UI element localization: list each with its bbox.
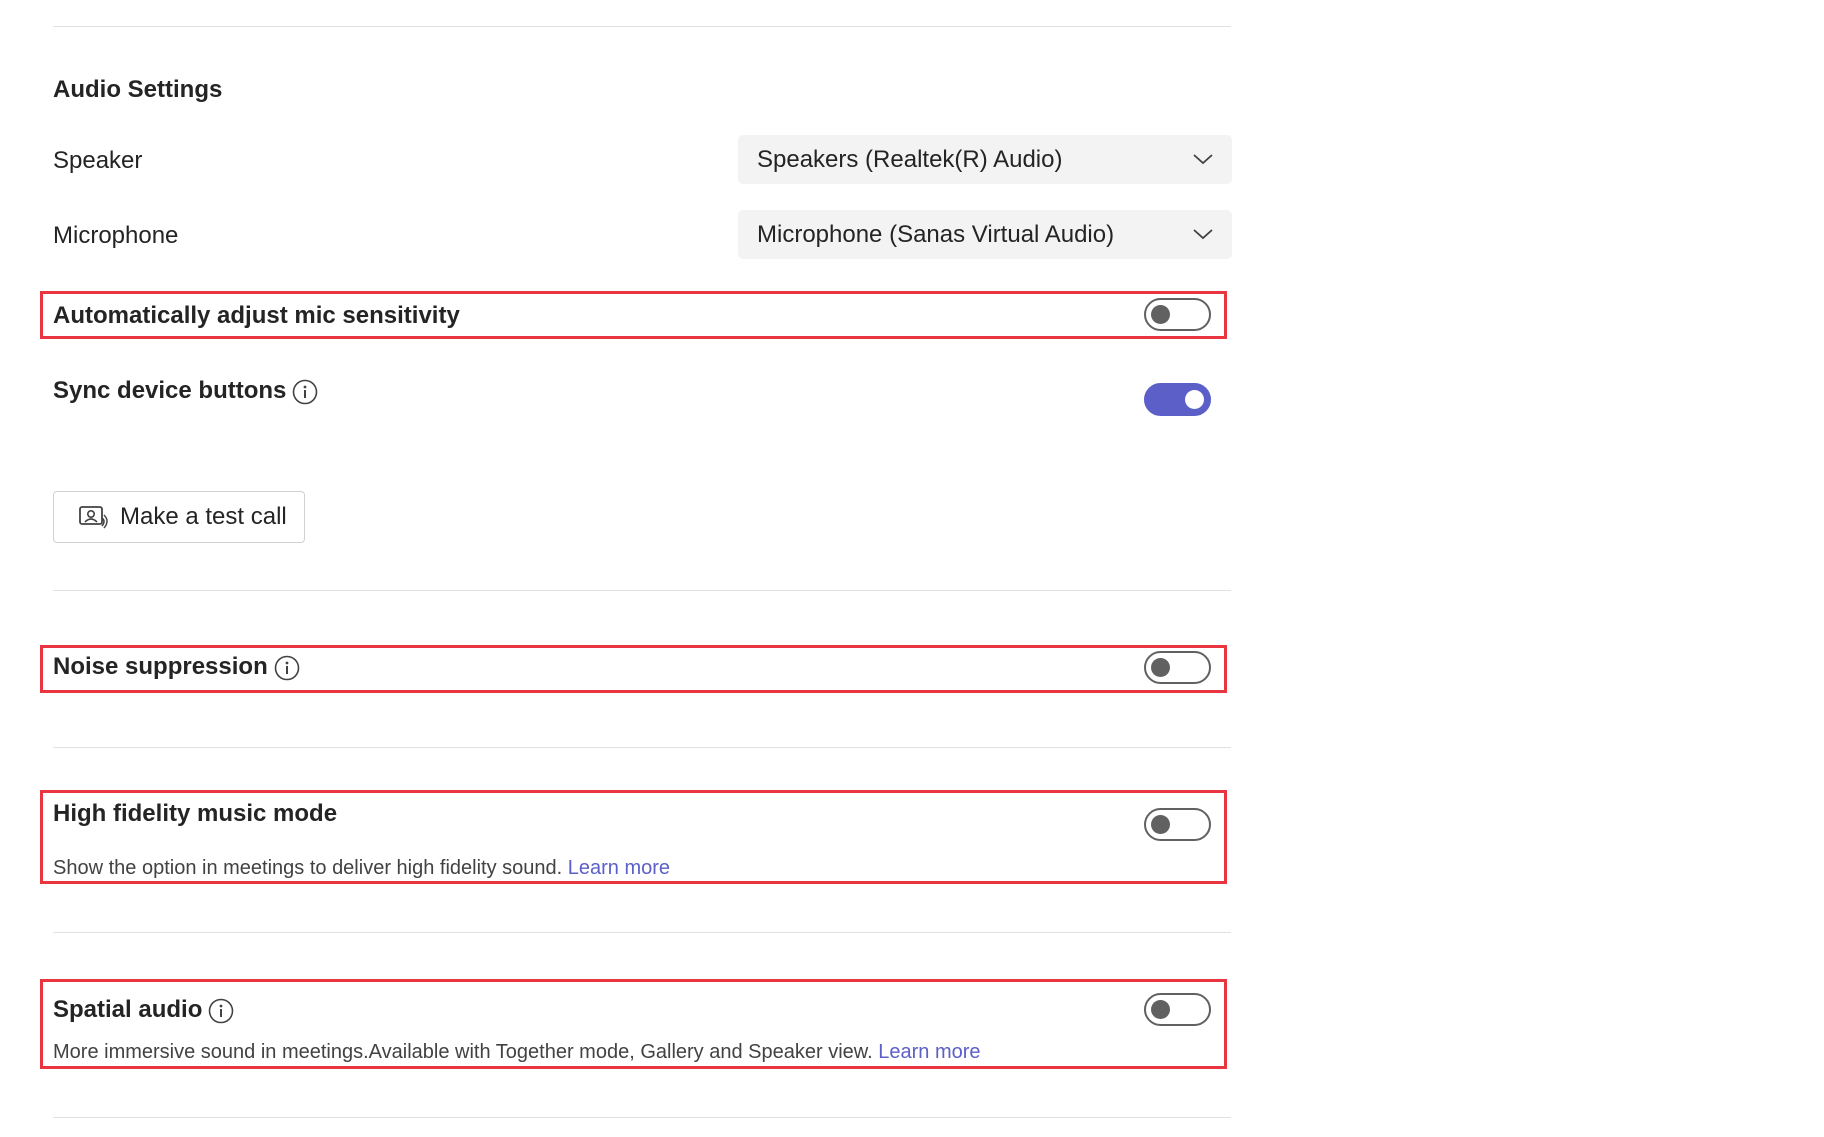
hifi-music-description: Show the option in meetings to deliver h…	[53, 857, 563, 879]
hifi-music-description-row: Show the option in meetings to deliver h…	[53, 857, 670, 880]
spatial-audio-description-row: More immersive sound in meetings.Availab…	[53, 1041, 981, 1064]
toggle-knob	[1185, 390, 1204, 409]
microphone-dropdown[interactable]: Microphone (Sanas Virtual Audio)	[738, 210, 1232, 259]
info-icon[interactable]	[292, 379, 318, 405]
auto-adjust-toggle[interactable]	[1144, 298, 1211, 331]
spatial-audio-label: Spatial audio	[53, 996, 203, 1023]
auto-adjust-label: Automatically adjust mic sensitivity	[53, 302, 460, 329]
top-divider	[53, 26, 1231, 27]
info-icon[interactable]	[274, 655, 300, 681]
hifi-music-toggle[interactable]	[1144, 808, 1211, 841]
speaker-label: Speaker	[53, 147, 143, 174]
sync-buttons-label: Sync device buttons	[53, 377, 287, 404]
info-icon[interactable]	[208, 998, 234, 1024]
sync-buttons-row: Sync device buttons	[53, 377, 318, 405]
spatial-audio-description: More immersive sound in meetings.Availab…	[53, 1041, 873, 1063]
microphone-label: Microphone	[53, 222, 179, 249]
noise-suppression-toggle[interactable]	[1144, 651, 1211, 684]
hifi-music-label: High fidelity music mode	[53, 800, 338, 827]
divider	[53, 590, 1231, 591]
microphone-selected-value: Microphone (Sanas Virtual Audio)	[757, 220, 1115, 248]
make-test-call-label: Make a test call	[120, 503, 287, 530]
spatial-audio-toggle[interactable]	[1144, 993, 1211, 1026]
speaker-dropdown[interactable]: Speakers (Realtek(R) Audio)	[738, 135, 1232, 184]
spatial-audio-learn-more-link[interactable]: Learn more	[878, 1041, 980, 1063]
hifi-music-learn-more-link[interactable]: Learn more	[568, 857, 670, 879]
sync-buttons-toggle[interactable]	[1144, 383, 1211, 416]
toggle-knob	[1151, 1000, 1170, 1019]
speaker-selected-value: Speakers (Realtek(R) Audio)	[757, 145, 1063, 173]
chevron-down-icon	[1193, 154, 1213, 165]
noise-suppression-row: Noise suppression	[53, 653, 300, 681]
bottom-divider	[53, 1117, 1231, 1118]
divider	[53, 932, 1231, 933]
chevron-down-icon	[1193, 229, 1213, 240]
toggle-knob	[1151, 658, 1170, 677]
spatial-audio-row: Spatial audio	[53, 996, 234, 1024]
toggle-knob	[1151, 305, 1170, 324]
section-title: Audio Settings	[53, 76, 223, 103]
toggle-knob	[1151, 815, 1170, 834]
make-test-call-button[interactable]: Make a test call	[53, 491, 305, 543]
test-call-icon	[79, 506, 108, 529]
divider	[53, 747, 1231, 748]
noise-suppression-label: Noise suppression	[53, 653, 268, 680]
